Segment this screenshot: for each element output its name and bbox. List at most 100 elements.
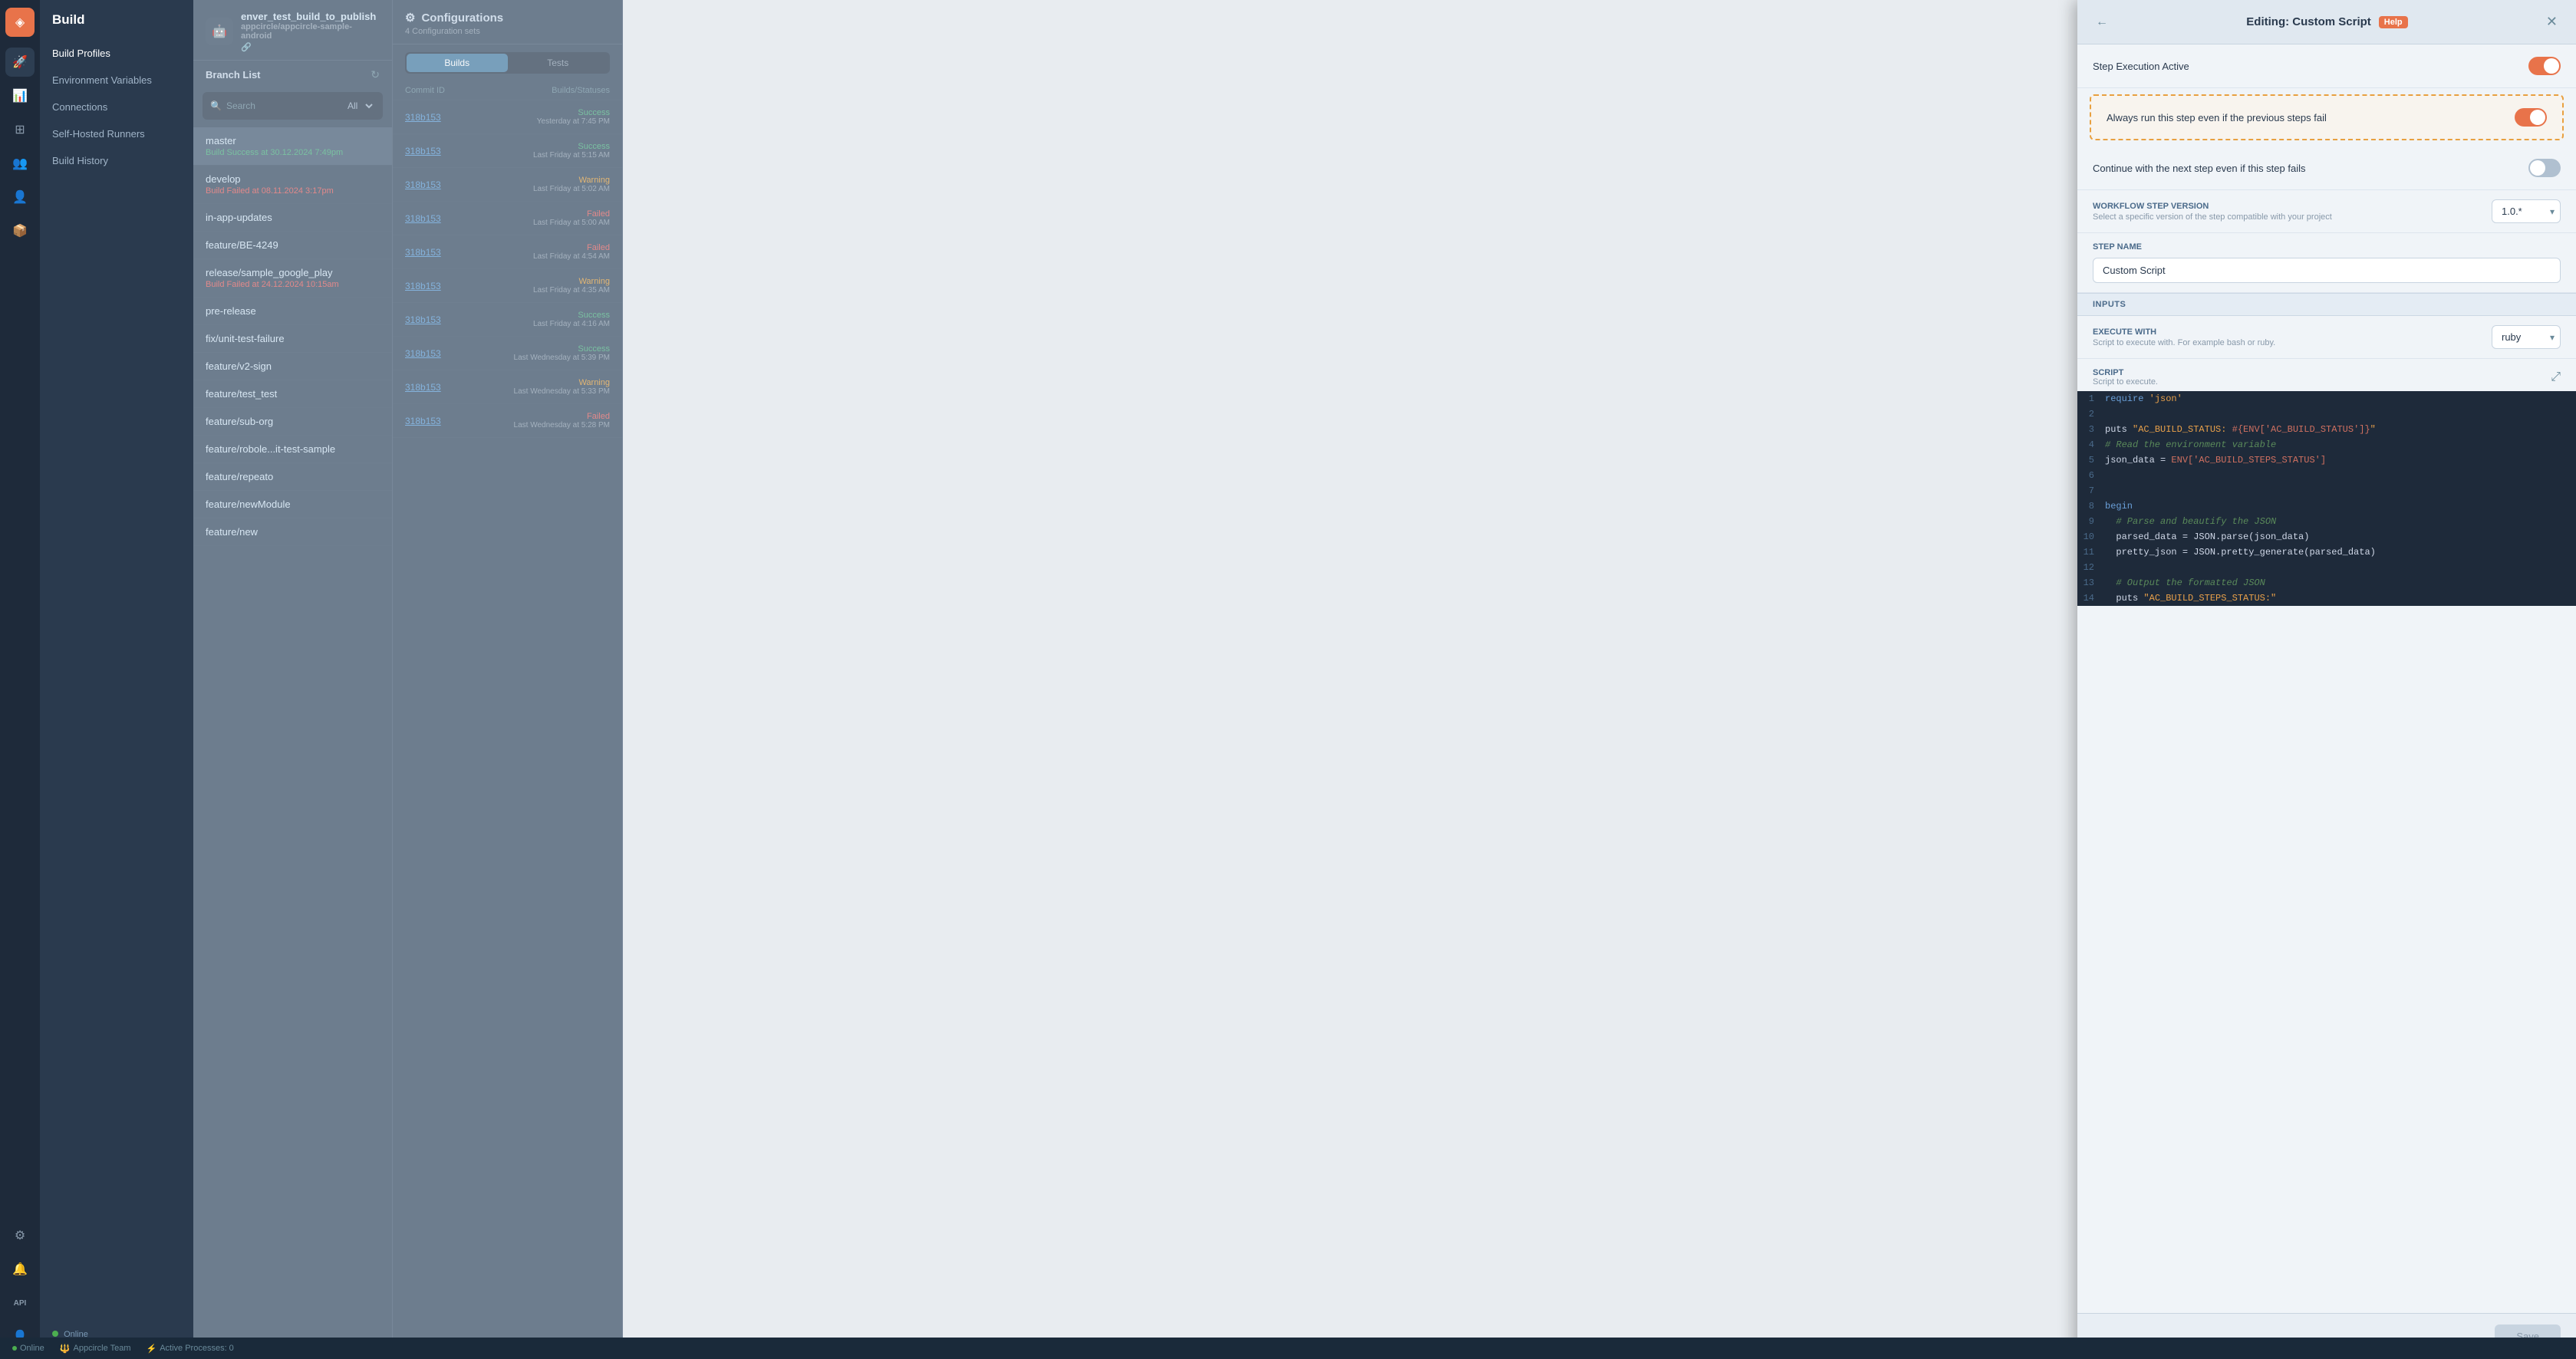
table-row[interactable]: 318b153 Success Last Friday at 5:15 AM — [393, 134, 622, 168]
sidebar: ◈ 🚀 📊 ⊞ 👥 👤 📦 ⚙ 🔔 API 👤 — [0, 0, 40, 1359]
edit-panel-title: Editing: Custom Script Help — [2246, 15, 2407, 28]
app-logo-icon[interactable]: ◈ — [5, 8, 35, 37]
list-item[interactable]: feature/new — [193, 518, 392, 546]
build-icon[interactable]: 🚀 — [5, 48, 35, 77]
search-box: 🔍 All — [203, 92, 383, 120]
builds-header: ⚙ Configurations 4 Configuration sets — [393, 0, 622, 44]
table-row[interactable]: 318b153 Failed Last Friday at 4:54 AM — [393, 235, 622, 269]
branch-list-title: Branch List — [206, 69, 261, 81]
step-execution-toggle[interactable] — [2528, 57, 2561, 75]
tab-builds[interactable]: Builds — [407, 54, 508, 72]
edit-panel: ← Editing: Custom Script Help ✕ Step Exe… — [2077, 0, 2576, 1359]
table-row[interactable]: 318b153 Failed Last Friday at 5:00 AM — [393, 202, 622, 235]
nav-item-environment-variables[interactable]: Environment Variables — [40, 67, 193, 94]
table-row[interactable]: 318b153 Success Yesterday at 7:45 PM — [393, 100, 622, 134]
execute-with-row: EXECUTE WITH Script to execute with. For… — [2077, 316, 2576, 359]
help-badge[interactable]: Help — [2379, 16, 2408, 28]
project-name: enver_test_build_to_publish — [241, 11, 380, 22]
bottom-bar: Online 🔱 Appcircle Team ⚡ Active Process… — [0, 1338, 2576, 1359]
project-path: appcircle/appcircle-sample-android — [241, 22, 380, 41]
workflow-version-label-block: WORKFLOW STEP VERSION Select a specific … — [2093, 202, 2332, 222]
list-item[interactable]: fix/unit-test-failure — [193, 325, 392, 353]
continue-on-fail-toggle[interactable] — [2528, 159, 2561, 177]
execute-with-select-wrapper: ruby bash — [2492, 325, 2561, 349]
package-icon[interactable]: 📦 — [5, 216, 35, 245]
script-main-label: SCRIPT — [2093, 368, 2158, 377]
branch-filter-select[interactable]: All — [340, 97, 375, 115]
code-line: 3 puts "AC_BUILD_STATUS: #{ENV['AC_BUILD… — [2077, 422, 2576, 437]
processes-info: ⚡ Active Processes: 0 — [147, 1344, 234, 1354]
code-line: 5 json_data = ENV['AC_BUILD_STEPS_STATUS… — [2077, 452, 2576, 468]
list-item[interactable]: pre-release — [193, 298, 392, 325]
nav-item-self-hosted-runners[interactable]: Self-Hosted Runners — [40, 120, 193, 147]
table-row[interactable]: 318b153 Warning Last Wednesday at 5:33 P… — [393, 370, 622, 404]
grid-icon[interactable]: ⊞ — [5, 115, 35, 144]
workflow-version-select[interactable]: 1.0.* latest — [2492, 199, 2561, 223]
builds-table: 318b153 Success Yesterday at 7:45 PM 318… — [393, 100, 622, 1359]
toggle-knob — [2544, 58, 2559, 74]
step-name-label: STEP NAME — [2093, 242, 2561, 252]
project-badge: 🔗 — [241, 42, 380, 52]
execute-with-select[interactable]: ruby bash — [2492, 325, 2561, 349]
back-button[interactable]: ← — [2093, 12, 2111, 32]
builds-tabs: Builds Tests — [405, 52, 610, 74]
search-input[interactable] — [226, 100, 335, 111]
close-button[interactable]: ✕ — [2543, 11, 2561, 33]
list-item[interactable]: feature/newModule — [193, 491, 392, 518]
list-item[interactable]: feature/robole...it-test-sample — [193, 436, 392, 463]
list-item[interactable]: in-app-updates — [193, 204, 392, 232]
list-item[interactable]: feature/v2-sign — [193, 353, 392, 380]
step-name-input[interactable] — [2093, 258, 2561, 283]
table-row[interactable]: 318b153 Warning Last Friday at 5:02 AM — [393, 168, 622, 202]
app-title: Build — [40, 12, 193, 40]
list-item[interactable]: develop Build Failed at 08.11.2024 3:17p… — [193, 166, 392, 204]
script-header: SCRIPT Script to execute. ⤢ — [2077, 359, 2576, 391]
nav-item-connections[interactable]: Connections — [40, 94, 193, 120]
table-row[interactable]: 318b153 Success Last Friday at 4:16 AM — [393, 303, 622, 337]
workflow-version-sub-label: Select a specific version of the step co… — [2093, 212, 2332, 222]
table-row[interactable]: 318b153 Success Last Wednesday at 5:39 P… — [393, 337, 622, 370]
list-item[interactable]: feature/test_test — [193, 380, 392, 408]
always-run-toggle[interactable] — [2515, 108, 2547, 127]
script-sub-label: Script to execute. — [2093, 377, 2158, 387]
tab-tests[interactable]: Tests — [508, 54, 609, 72]
branch-panel: 🤖 enver_test_build_to_publish appcircle/… — [193, 0, 393, 1359]
always-run-label: Always run this step even if the previou… — [2107, 112, 2327, 123]
settings-icon[interactable]: ⚙ — [5, 1221, 35, 1250]
users-icon[interactable]: 👥 — [5, 149, 35, 178]
code-line: 12 — [2077, 560, 2576, 575]
api-icon[interactable]: API — [5, 1288, 35, 1318]
chart-icon[interactable]: 📊 — [5, 81, 35, 110]
list-item[interactable]: release/sample_google_play Build Failed … — [193, 259, 392, 298]
bell-icon[interactable]: 🔔 — [5, 1255, 35, 1284]
code-editor[interactable]: 1 require 'json' 2 3 puts "AC_BUILD_STAT… — [2077, 391, 2576, 606]
code-line: 14 puts "AC_BUILD_STEPS_STATUS:" — [2077, 591, 2576, 606]
project-header: 🤖 enver_test_build_to_publish appcircle/… — [193, 0, 392, 61]
code-line: 13 # Output the formatted JSON — [2077, 575, 2576, 591]
online-status: Online — [12, 1344, 44, 1353]
nav-item-build-profiles[interactable]: Build Profiles — [40, 40, 193, 67]
step-execution-row: Step Execution Active — [2077, 44, 2576, 88]
workflow-version-row: WORKFLOW STEP VERSION Select a specific … — [2077, 190, 2576, 233]
list-item[interactable]: feature/repeato — [193, 463, 392, 491]
list-item[interactable]: feature/sub-org — [193, 408, 392, 436]
toggle-knob — [2530, 160, 2545, 176]
inputs-section-label: INPUTS — [2093, 300, 2561, 309]
search-icon: 🔍 — [210, 100, 222, 111]
nav-item-build-history[interactable]: Build History — [40, 147, 193, 174]
continue-on-fail-row: Continue with the next step even if this… — [2077, 146, 2576, 190]
inputs-section-divider: INPUTS — [2077, 293, 2576, 316]
always-run-row: Always run this step even if the previou… — [2090, 94, 2564, 140]
list-item[interactable]: feature/BE-4249 — [193, 232, 392, 259]
refresh-icon[interactable]: ↻ — [371, 68, 380, 81]
person-icon[interactable]: 👤 — [5, 183, 35, 212]
project-icon: 🤖 — [206, 18, 233, 45]
table-row[interactable]: 318b153 Warning Last Friday at 4:35 AM — [393, 269, 622, 303]
expand-icon[interactable]: ⤢ — [2551, 370, 2561, 384]
table-row[interactable]: 318b153 Failed Last Wednesday at 5:28 PM — [393, 404, 622, 438]
list-item[interactable]: master Build Success at 30.12.2024 7:49p… — [193, 127, 392, 166]
builds-panel: ⚙ Configurations 4 Configuration sets Bu… — [393, 0, 623, 1359]
workflow-version-select-wrapper: 1.0.* latest — [2492, 199, 2561, 223]
code-line: 6 — [2077, 468, 2576, 483]
builds-subtitle: 4 Configuration sets — [405, 27, 610, 36]
